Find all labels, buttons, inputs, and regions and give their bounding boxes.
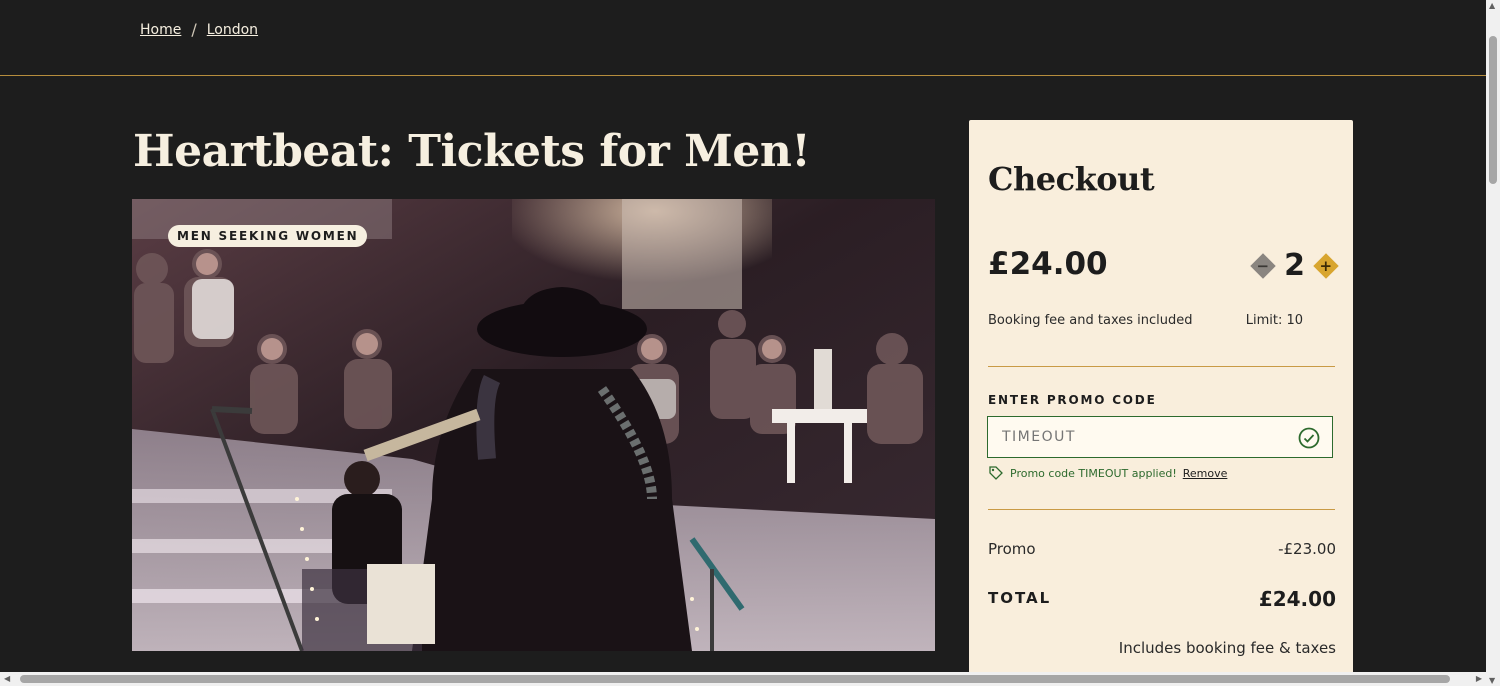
- scroll-down-icon[interactable]: ▼: [1489, 676, 1495, 685]
- promo-discount-value: -£23.00: [1278, 540, 1336, 558]
- checkout-divider: [988, 509, 1335, 510]
- fee-note: Booking fee and taxes included: [988, 313, 1193, 328]
- quantity-value: 2: [1284, 248, 1305, 283]
- breadcrumb-separator: /: [191, 20, 197, 39]
- breadcrumb: Home / London: [140, 20, 258, 39]
- breadcrumb-home-link[interactable]: Home: [140, 22, 181, 38]
- promo-applied-message: Promo code TIMEOUT applied! Remove: [988, 465, 1227, 481]
- promo-code-label: ENTER PROMO CODE: [988, 393, 1157, 407]
- increase-quantity-button[interactable]: +: [1313, 252, 1339, 279]
- total-label: TOTAL: [988, 589, 1052, 607]
- promo-applied-text: Promo code TIMEOUT applied!: [1010, 466, 1177, 480]
- includes-note: Includes booking fee & taxes: [1118, 639, 1336, 657]
- category-badge: MEN SEEKING WOMEN: [168, 225, 368, 247]
- vertical-scroll-thumb[interactable]: [1489, 36, 1497, 184]
- ticket-limit: Limit: 10: [1245, 313, 1303, 328]
- event-title: Heartbeat: Tickets for Men!: [133, 126, 811, 177]
- remove-promo-link[interactable]: Remove: [1183, 467, 1228, 480]
- check-circle-icon: [1298, 427, 1320, 449]
- promo-code-field: [987, 416, 1333, 458]
- tag-icon: [989, 466, 1003, 480]
- horizontal-scroll-thumb[interactable]: [20, 675, 1450, 683]
- plus-icon: +: [1319, 255, 1333, 274]
- scroll-right-icon[interactable]: ▶: [1476, 674, 1482, 683]
- promo-row-label: Promo: [988, 540, 1036, 558]
- ticket-price: £24.00: [988, 246, 1108, 282]
- breadcrumb-city-link[interactable]: London: [207, 22, 258, 38]
- promo-code-input[interactable]: [988, 417, 1296, 457]
- event-image: MEN SEEKING WOMEN: [132, 199, 935, 651]
- quantity-stepper: − 2 +: [1250, 248, 1339, 283]
- scroll-up-icon[interactable]: ▲: [1489, 1, 1495, 10]
- checkout-divider: [988, 366, 1335, 367]
- horizontal-scrollbar[interactable]: ◀ ▶: [0, 672, 1486, 686]
- scroll-left-icon[interactable]: ◀: [4, 674, 10, 683]
- checkout-title: Checkout: [988, 160, 1155, 198]
- header-divider: [0, 75, 1486, 76]
- event-photo-illustration: [132, 199, 935, 651]
- decrease-quantity-button[interactable]: −: [1250, 252, 1276, 279]
- vertical-scrollbar[interactable]: ▲ ▼: [1486, 0, 1500, 686]
- checkout-panel: Checkout £24.00 − 2 + Booking fee and ta…: [969, 120, 1353, 680]
- total-value: £24.00: [1258, 587, 1336, 611]
- minus-icon: −: [1256, 255, 1270, 274]
